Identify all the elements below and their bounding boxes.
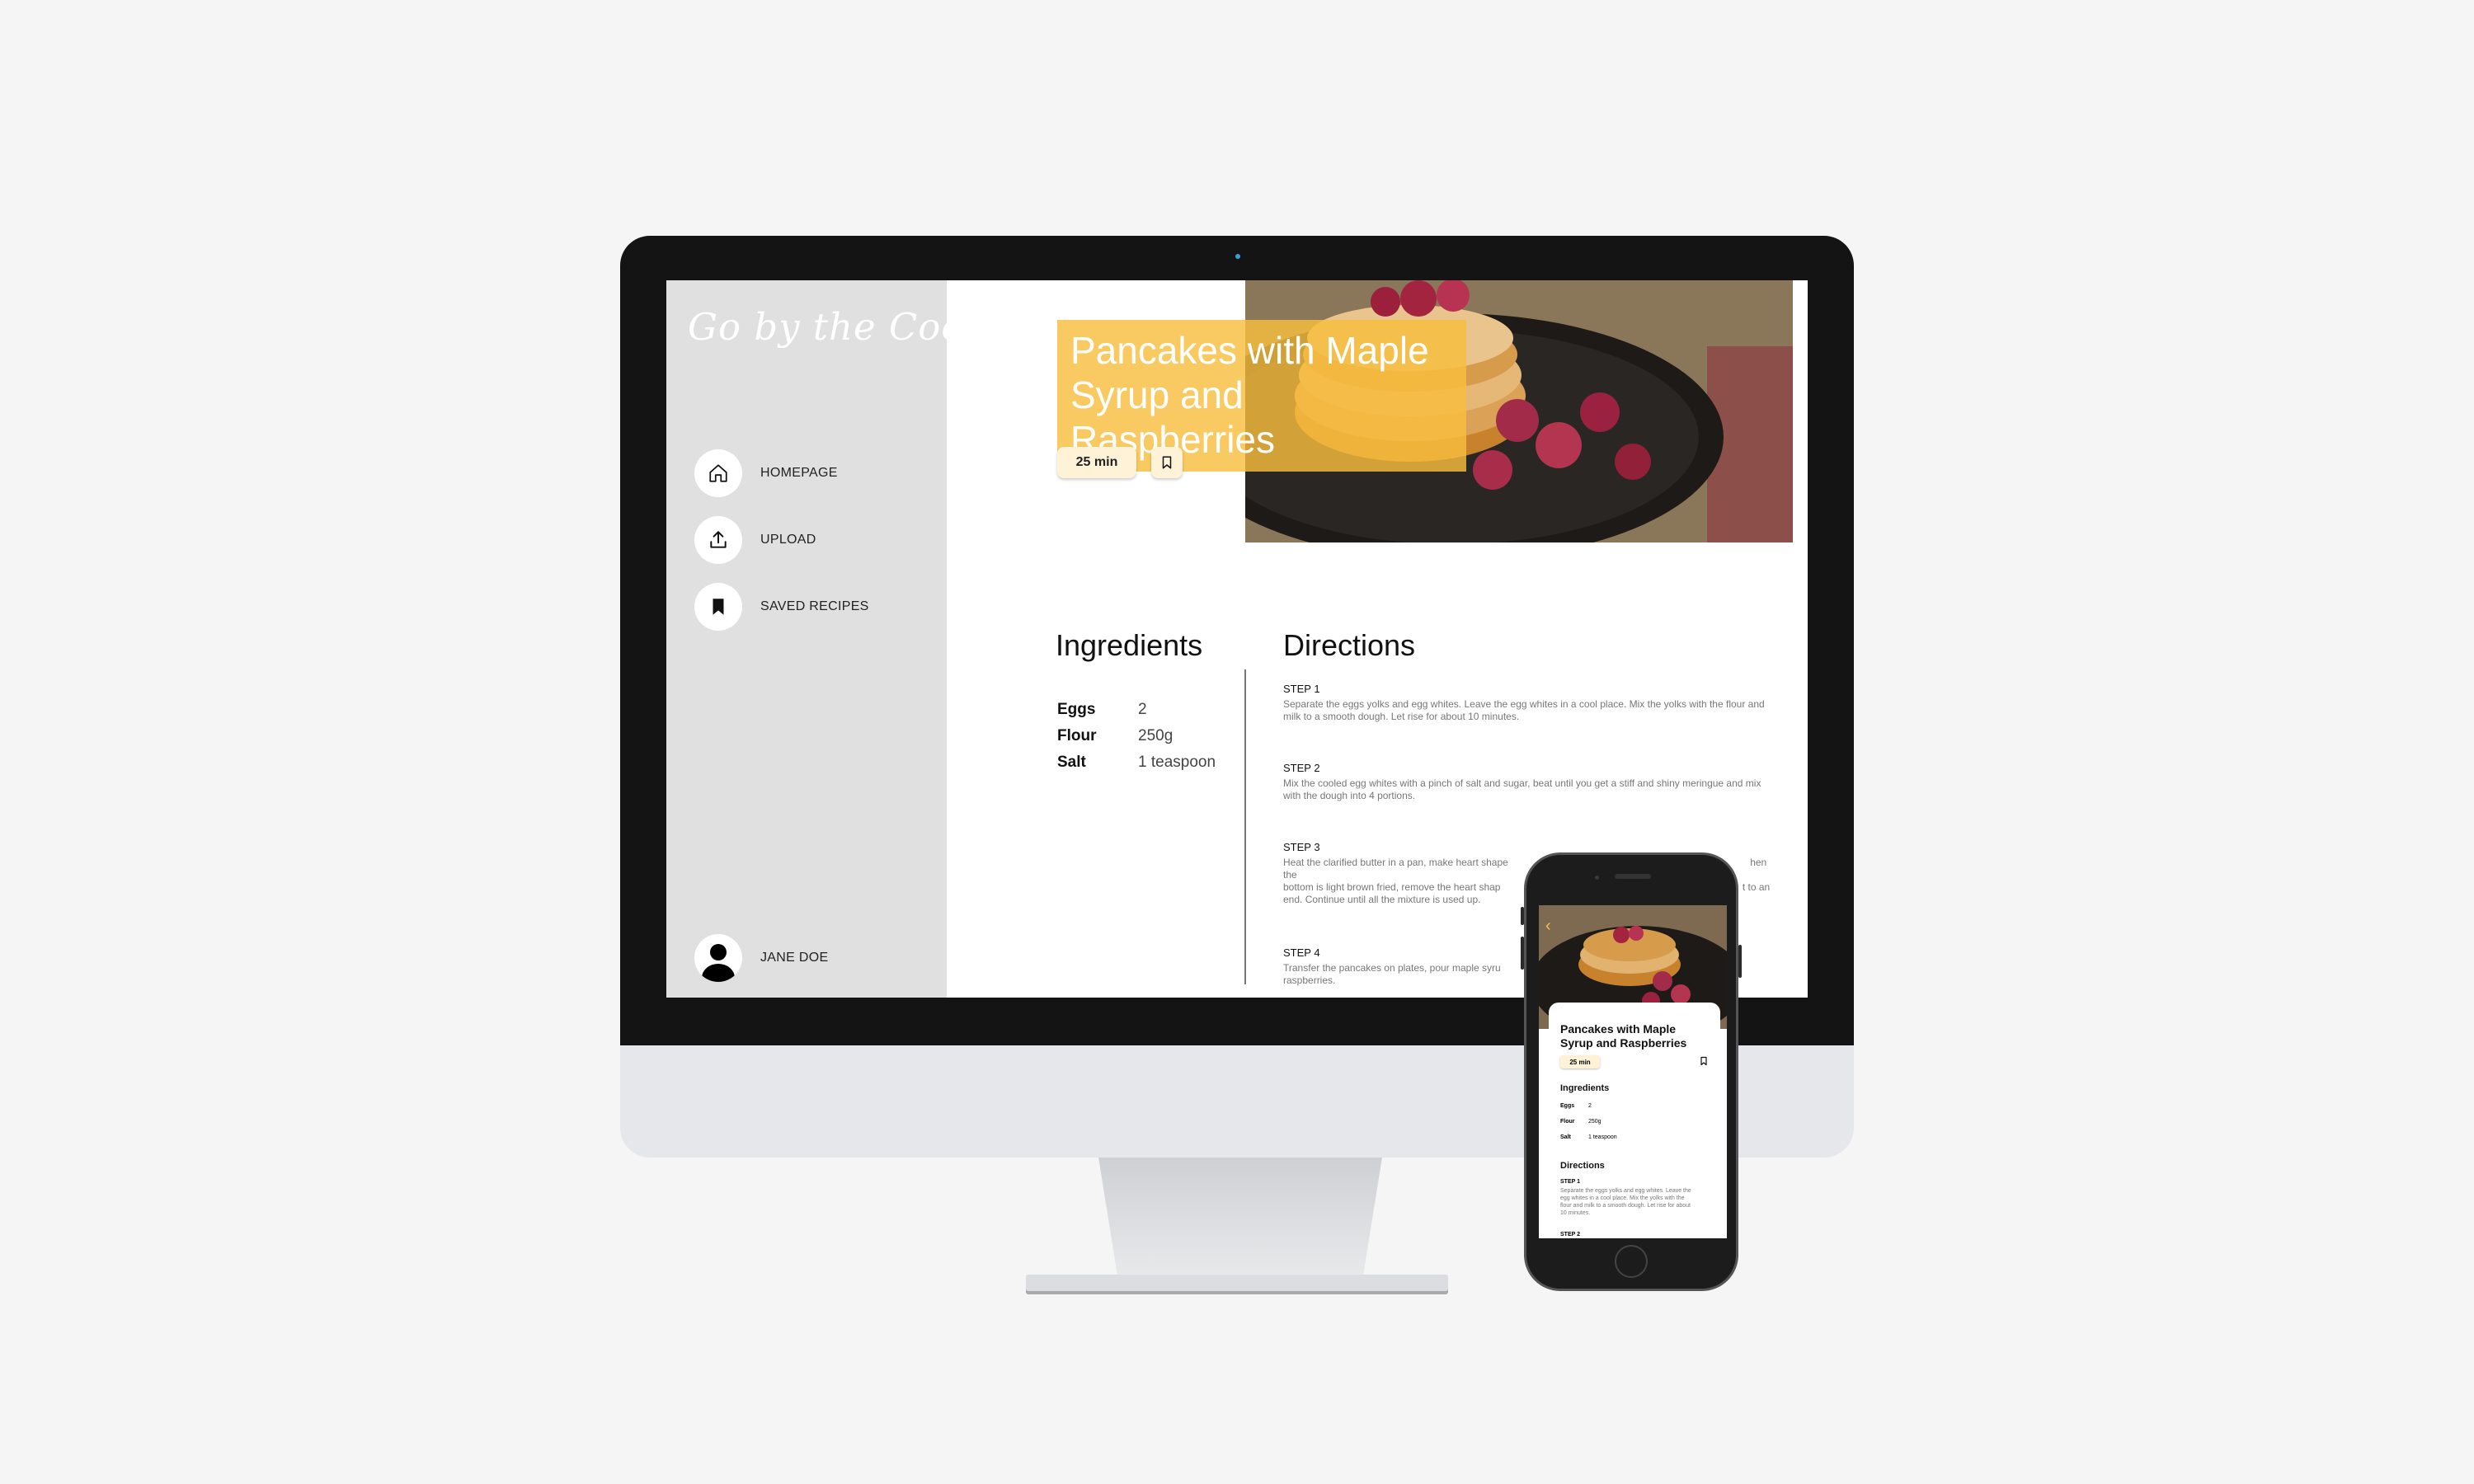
direction-step: STEP 2 Mix the cooled egg whites with a … bbox=[1283, 762, 1778, 802]
sidebar: Go by the Cook HOMEPAGE UPLOAD SAVED REC… bbox=[666, 280, 987, 998]
sidebar-item-label: UPLOAD bbox=[760, 533, 816, 547]
column-divider bbox=[1244, 669, 1246, 984]
upload-icon bbox=[710, 531, 727, 548]
ingredient-name: Eggs bbox=[1057, 701, 1096, 718]
ingredient-row: Flour 250g bbox=[1560, 1119, 1602, 1125]
save-recipe-button[interactable] bbox=[1699, 1055, 1709, 1071]
phone-speaker bbox=[1615, 874, 1651, 879]
cook-time-badge: 25 min bbox=[1560, 1055, 1600, 1068]
phone-camera bbox=[1595, 876, 1599, 880]
ingredient-name: Salt bbox=[1057, 754, 1086, 771]
back-arrow-icon[interactable]: ‹ bbox=[1545, 917, 1551, 936]
sidebar-item-label: HOMEPAGE bbox=[760, 466, 838, 480]
direction-step: STEP 1 Separate the eggs yolks and egg w… bbox=[1283, 683, 1778, 723]
step-label: STEP 1 bbox=[1560, 1179, 1580, 1185]
sidebar-item-homepage[interactable]: HOMEPAGE bbox=[694, 448, 942, 498]
ingredient-qty: 2 bbox=[1588, 1103, 1592, 1109]
imac-stand bbox=[1098, 1158, 1382, 1281]
recipe-card: Pancakes with Maple Syrup and Raspberrie… bbox=[1549, 1003, 1720, 1238]
phone-home-button[interactable] bbox=[1615, 1245, 1648, 1278]
ingredient-qty: 1 teaspoon bbox=[1588, 1134, 1617, 1140]
phone-button bbox=[1738, 945, 1742, 978]
user-icon bbox=[694, 934, 742, 982]
bookmark-icon bbox=[1700, 1056, 1707, 1066]
step-label: STEP 3 bbox=[1283, 841, 1320, 853]
step-text: Mix the cooled egg whites with a pinch o… bbox=[1283, 777, 1761, 801]
ingredient-row: Salt 1 teaspoon bbox=[1057, 754, 1216, 780]
ingredient-qty: 1 teaspoon bbox=[1138, 754, 1216, 771]
phone-button bbox=[1521, 937, 1524, 970]
save-recipe-button[interactable] bbox=[1151, 447, 1183, 478]
sidebar-item-upload[interactable]: UPLOAD bbox=[694, 515, 942, 565]
step-label: STEP 1 bbox=[1283, 683, 1320, 695]
ingredients-heading: Ingredients bbox=[1560, 1083, 1610, 1093]
ingredients-list: Eggs 2 Flour 250g Salt 1 teaspoon bbox=[1057, 701, 1216, 780]
sidebar-item-label: SAVED RECIPES bbox=[760, 599, 869, 613]
app-logo[interactable]: Go by the Cook bbox=[688, 305, 988, 349]
ingredients-heading: Ingredients bbox=[1056, 628, 1203, 662]
webcam bbox=[1235, 254, 1240, 259]
bookmark-icon bbox=[1162, 456, 1172, 469]
ingredient-name: Flour bbox=[1057, 727, 1097, 744]
home-icon bbox=[709, 464, 727, 482]
phone-screen: ‹ Pancakes with Maple Syrup and Raspberr… bbox=[1539, 905, 1727, 1238]
user-profile[interactable]: JANE DOE bbox=[694, 933, 942, 983]
ingredient-row: Flour 250g bbox=[1057, 727, 1216, 754]
directions-heading: Directions bbox=[1560, 1161, 1605, 1171]
step-label: STEP 2 bbox=[1560, 1232, 1580, 1237]
step-text-tail: t to an bbox=[1742, 881, 1771, 893]
step-label: STEP 2 bbox=[1283, 762, 1320, 774]
ingredient-row: Eggs 2 bbox=[1057, 701, 1216, 727]
imac-stand-base bbox=[1026, 1275, 1448, 1291]
step-text: Separate the eggs yolks and egg whites. … bbox=[1560, 1188, 1691, 1216]
ingredient-name: Flour bbox=[1560, 1119, 1575, 1125]
step-text: bottom is light brown fried, remove the … bbox=[1283, 881, 1501, 893]
step-text: Separate the eggs yolks and egg whites. … bbox=[1283, 698, 1765, 722]
ingredient-row: Eggs 2 bbox=[1560, 1103, 1592, 1109]
recipe-title: Pancakes with Maple Syrup and Raspberrie… bbox=[1560, 1022, 1687, 1050]
step-text: end. Continue until all the mixture is u… bbox=[1283, 894, 1481, 905]
bookmark-icon bbox=[713, 599, 724, 615]
step-text: Transfer the pancakes on plates, pour ma… bbox=[1283, 962, 1501, 974]
ingredient-qty: 250g bbox=[1588, 1119, 1602, 1125]
ingredient-name: Salt bbox=[1560, 1134, 1571, 1140]
directions-heading: Directions bbox=[1283, 628, 1416, 662]
step-text: Heat the clarified butter in a pan, make… bbox=[1283, 857, 1508, 868]
step-text: raspberries. bbox=[1283, 974, 1336, 986]
user-name: JANE DOE bbox=[760, 951, 829, 965]
phone-button bbox=[1521, 907, 1524, 925]
sidebar-item-saved-recipes[interactable]: SAVED RECIPES bbox=[694, 582, 942, 632]
cook-time-badge: 25 min bbox=[1057, 447, 1136, 478]
ingredient-name: Eggs bbox=[1560, 1103, 1575, 1109]
ingredient-qty: 2 bbox=[1138, 701, 1147, 718]
ingredient-qty: 250g bbox=[1138, 727, 1174, 744]
ingredient-row: Salt 1 teaspoon bbox=[1560, 1134, 1617, 1140]
